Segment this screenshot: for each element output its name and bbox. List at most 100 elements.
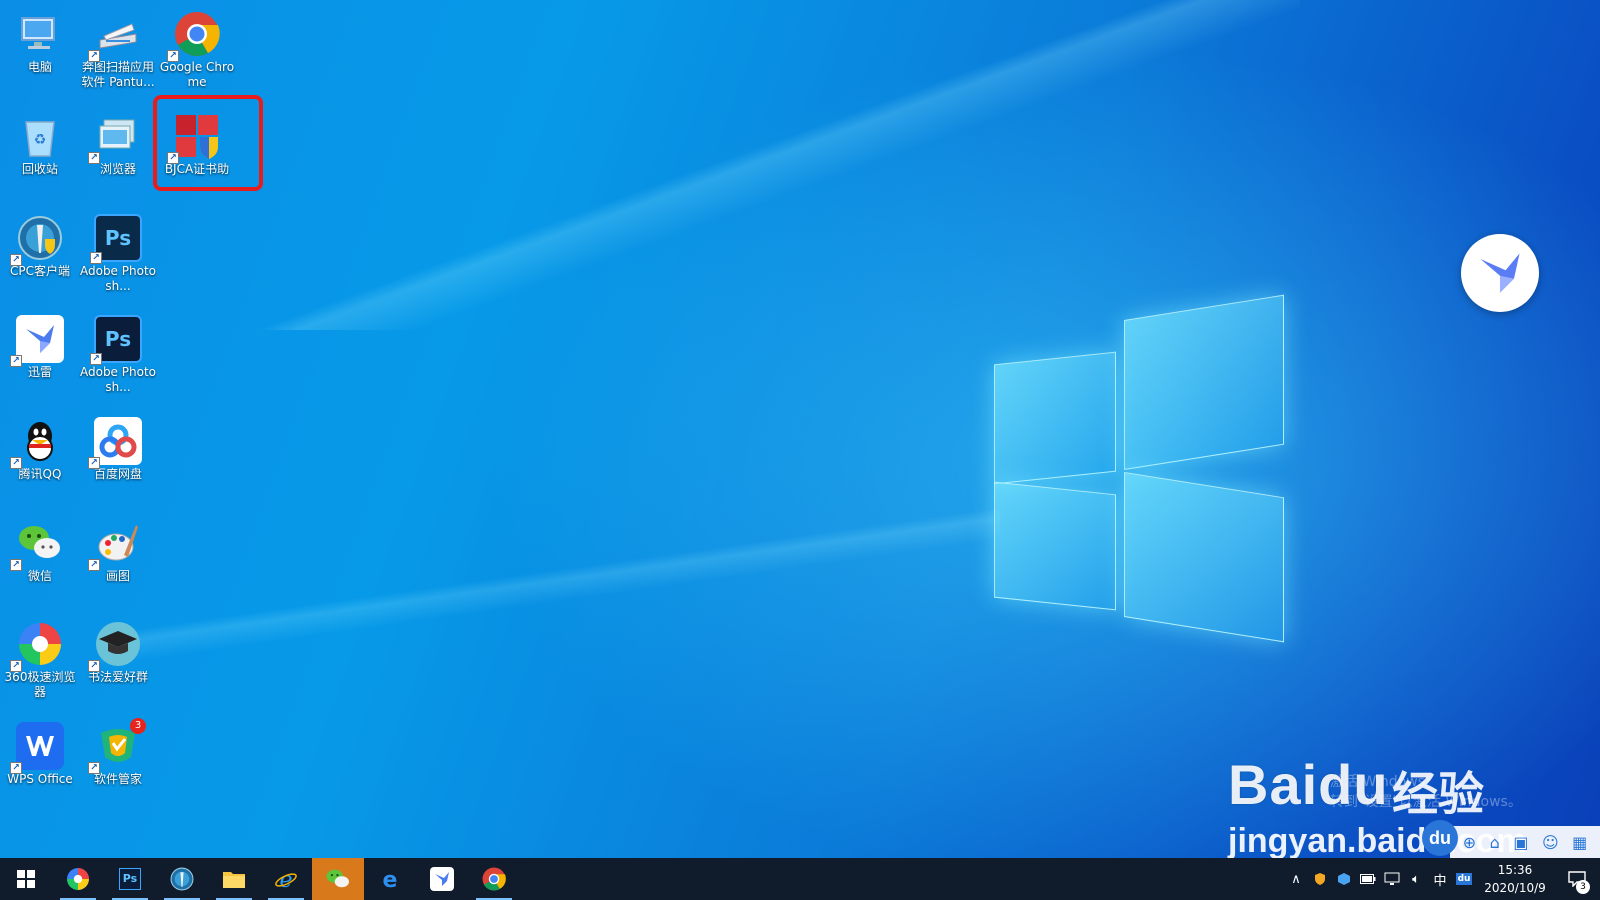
baidu-tray-icon[interactable]: du — [1452, 858, 1476, 900]
desktop-icon-qq[interactable]: ↗ 腾讯QQ — [0, 411, 80, 507]
wechat-icon — [326, 869, 349, 888]
chrome-icon: ↗ — [167, 10, 221, 62]
desktop-icon-photoshop-1[interactable]: Ps ↗ Adobe Photosh... — [78, 208, 158, 304]
chrome-icon — [482, 867, 506, 891]
taskbar-wechat[interactable] — [312, 858, 364, 900]
desktop-icon-google-chrome[interactable]: ↗ Google Chrome — [157, 4, 237, 100]
recycle-bin-icon: ♻ — [16, 112, 64, 160]
thunder-icon: ↗ — [10, 315, 64, 367]
network-icon[interactable] — [1380, 858, 1404, 900]
baidu-du-toolbar[interactable]: ⊕ ⌂ ▣ ☺ ▦ — [1450, 826, 1600, 858]
taskbar-edge[interactable]: e — [364, 858, 416, 900]
baidu-netdisk-icon: ↗ — [88, 417, 142, 469]
icon-label: WPS Office — [7, 772, 73, 786]
desktop-icon-paint[interactable]: ↗ 画图 — [78, 513, 158, 609]
edge-icon: e — [383, 868, 398, 891]
windows-start-icon — [17, 870, 35, 888]
windows-logo-wallpaper — [994, 294, 1284, 643]
taskbar-photoshop[interactable]: Ps — [104, 858, 156, 900]
notification-badge: 3 — [130, 718, 146, 734]
desktop-icon-pantum-scanner[interactable]: ↗ 奔图扫描应用软件 Pantu... — [78, 4, 158, 100]
taskbar: Ps e e ∧ 🔈︎ 中 du 15:36 2020/10/9 3 — [0, 858, 1600, 900]
thunder-icon — [430, 867, 454, 891]
browser-icon: ↗ — [88, 112, 142, 164]
icon-label: 书法爱好群 — [87, 670, 148, 684]
desktop-icon-wps-office[interactable]: ↗ WPS Office — [0, 716, 80, 812]
baidu-watermark-suffix: 经验 — [1392, 767, 1484, 821]
icon-label: 迅雷 — [27, 365, 52, 379]
volume-icon[interactable]: 🔈︎ — [1404, 858, 1428, 900]
taskbar-clock[interactable]: 15:36 2020/10/9 — [1476, 861, 1554, 897]
internet-explorer-icon: e — [275, 868, 297, 891]
wechat-icon: ↗ — [10, 519, 64, 571]
taskbar-file-explorer[interactable] — [208, 858, 260, 900]
wps-office-icon: ↗ — [10, 722, 64, 774]
svg-text:e: e — [279, 868, 292, 891]
taskbar-internet-explorer[interactable]: e — [260, 858, 312, 900]
photoshop-icon: Ps ↗ — [90, 315, 142, 365]
desktop-icon-calligraphy-group[interactable]: ↗ 书法爱好群 — [78, 614, 158, 710]
hat-icon[interactable]: ⌂ — [1490, 833, 1500, 852]
chevron-up-icon[interactable]: ∧ — [1284, 858, 1308, 900]
light-ray — [200, 0, 1300, 330]
desktop-icon-360-browser[interactable]: ↗ 360极速浏览器 — [0, 614, 80, 710]
icon-label: Google Chrome — [159, 60, 235, 89]
user-icon[interactable]: ☺ — [1542, 833, 1559, 852]
battery-icon[interactable] — [1356, 858, 1380, 900]
clock-date: 2020/10/9 — [1484, 881, 1546, 895]
notification-count: 3 — [1576, 880, 1590, 894]
desktop-icon-baidu-netdisk[interactable]: ↗ 百度网盘 — [78, 411, 158, 507]
desktop-icon-recycle-bin[interactable]: ♻ 回收站 — [0, 106, 80, 202]
icon-label: 360极速浏览器 — [4, 670, 76, 699]
icon-label: CPC客户端 — [10, 264, 70, 278]
desktop-icon-photoshop-2[interactable]: Ps ↗ Adobe Photosh... — [78, 309, 158, 405]
icon-label: Adobe Photosh... — [79, 365, 156, 394]
icon-label: 浏览器 — [99, 162, 136, 176]
icon-label: Adobe Photosh... — [79, 264, 156, 293]
box-tray-icon[interactable] — [1332, 858, 1356, 900]
security-tray-icon[interactable] — [1308, 858, 1332, 900]
photoshop-icon: Ps — [119, 868, 141, 890]
desktop-icon-cpc-client[interactable]: ↗ CPC客户端 — [0, 208, 80, 304]
start-button[interactable] — [0, 858, 52, 900]
svg-text:e: e — [383, 868, 398, 891]
icon-label: 画图 — [105, 569, 130, 583]
system-tray: ∧ 🔈︎ 中 du 15:36 2020/10/9 3 — [1284, 858, 1600, 900]
desktop-icon-wechat[interactable]: ↗ 微信 — [0, 513, 80, 609]
taskbar-cpc-client[interactable] — [156, 858, 208, 900]
briefcase-icon[interactable]: ▣ — [1513, 833, 1528, 852]
action-center-button[interactable]: 3 — [1554, 858, 1600, 900]
thunder-floating-widget[interactable] — [1461, 234, 1539, 312]
selection-highlight — [153, 95, 263, 191]
software-manager-icon: ↗ 3 — [88, 718, 146, 774]
icon-label: 回收站 — [21, 162, 58, 176]
pin-icon[interactable]: ⊕ — [1463, 833, 1476, 852]
svg-text:♻: ♻ — [34, 132, 47, 148]
grid-icon[interactable]: ▦ — [1572, 833, 1587, 852]
cpc-client-icon: ↗ — [10, 214, 64, 266]
taskbar-360-browser[interactable] — [52, 858, 104, 900]
taskbar-chrome[interactable] — [468, 858, 520, 900]
clock-time: 15:36 — [1497, 863, 1533, 877]
computer-icon — [16, 10, 64, 58]
desktop-icon-software-manager[interactable]: ↗ 3 软件管家 — [78, 716, 158, 812]
desktop-icon-thunder[interactable]: ↗ 迅雷 — [0, 309, 80, 405]
icon-label: 奔图扫描应用软件 Pantu... — [81, 60, 155, 89]
file-explorer-icon — [223, 872, 245, 888]
calligraphy-group-icon: ↗ — [88, 620, 142, 672]
thunder-icon — [1480, 253, 1520, 293]
qq-icon: ↗ — [10, 417, 64, 469]
icon-label: 腾讯QQ — [18, 467, 62, 481]
baidu-watermark-brand: Baidu — [1228, 753, 1389, 816]
photoshop-icon: Ps ↗ — [90, 214, 142, 264]
desktop-icon-computer[interactable]: 电脑 — [0, 4, 80, 100]
360-browser-icon: ↗ — [10, 620, 64, 672]
paint-icon: ↗ — [88, 519, 142, 571]
icon-label: 百度网盘 — [93, 467, 142, 481]
taskbar-thunder[interactable] — [416, 858, 468, 900]
scanner-icon: ↗ — [88, 10, 142, 62]
ime-indicator[interactable]: 中 — [1428, 858, 1452, 900]
cpc-client-icon — [170, 867, 194, 891]
baidu-du-badge[interactable]: du — [1422, 820, 1458, 856]
desktop-icon-browser[interactable]: ↗ 浏览器 — [78, 106, 158, 202]
